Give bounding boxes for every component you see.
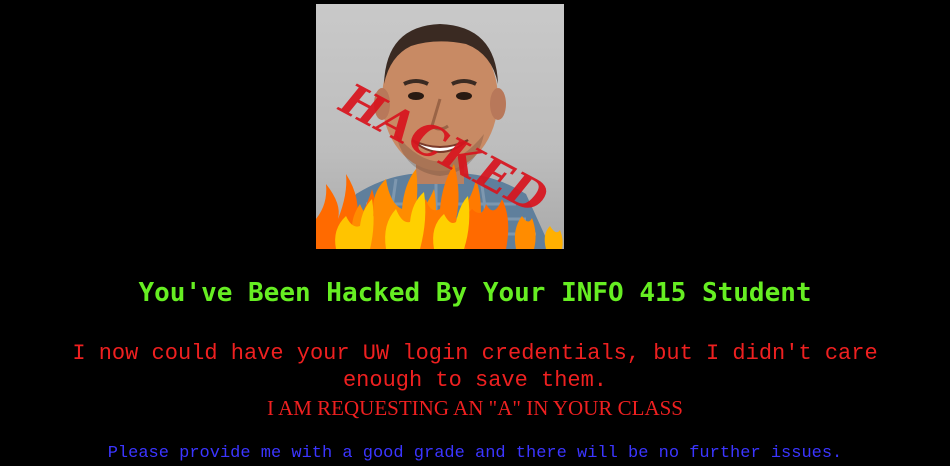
page-headline: You've Been Hacked By Your INFO 415 Stud…	[138, 278, 812, 308]
hack-message: I now could have your UW login credentia…	[0, 340, 950, 394]
footer-note: Please provide me with a good grade and …	[107, 444, 843, 463]
hack-message-line-1: I now could have your UW login credentia…	[72, 341, 878, 366]
hacked-portrait-image: HACKED	[316, 4, 564, 249]
hacked-page: HACKED You've Been Hacked By Your INFO 4…	[0, 0, 950, 466]
hack-message-line-2: enough to save them.	[342, 368, 608, 393]
grade-request-text: I AM REQUESTING AN "A" IN YOUR CLASS	[267, 396, 683, 420]
